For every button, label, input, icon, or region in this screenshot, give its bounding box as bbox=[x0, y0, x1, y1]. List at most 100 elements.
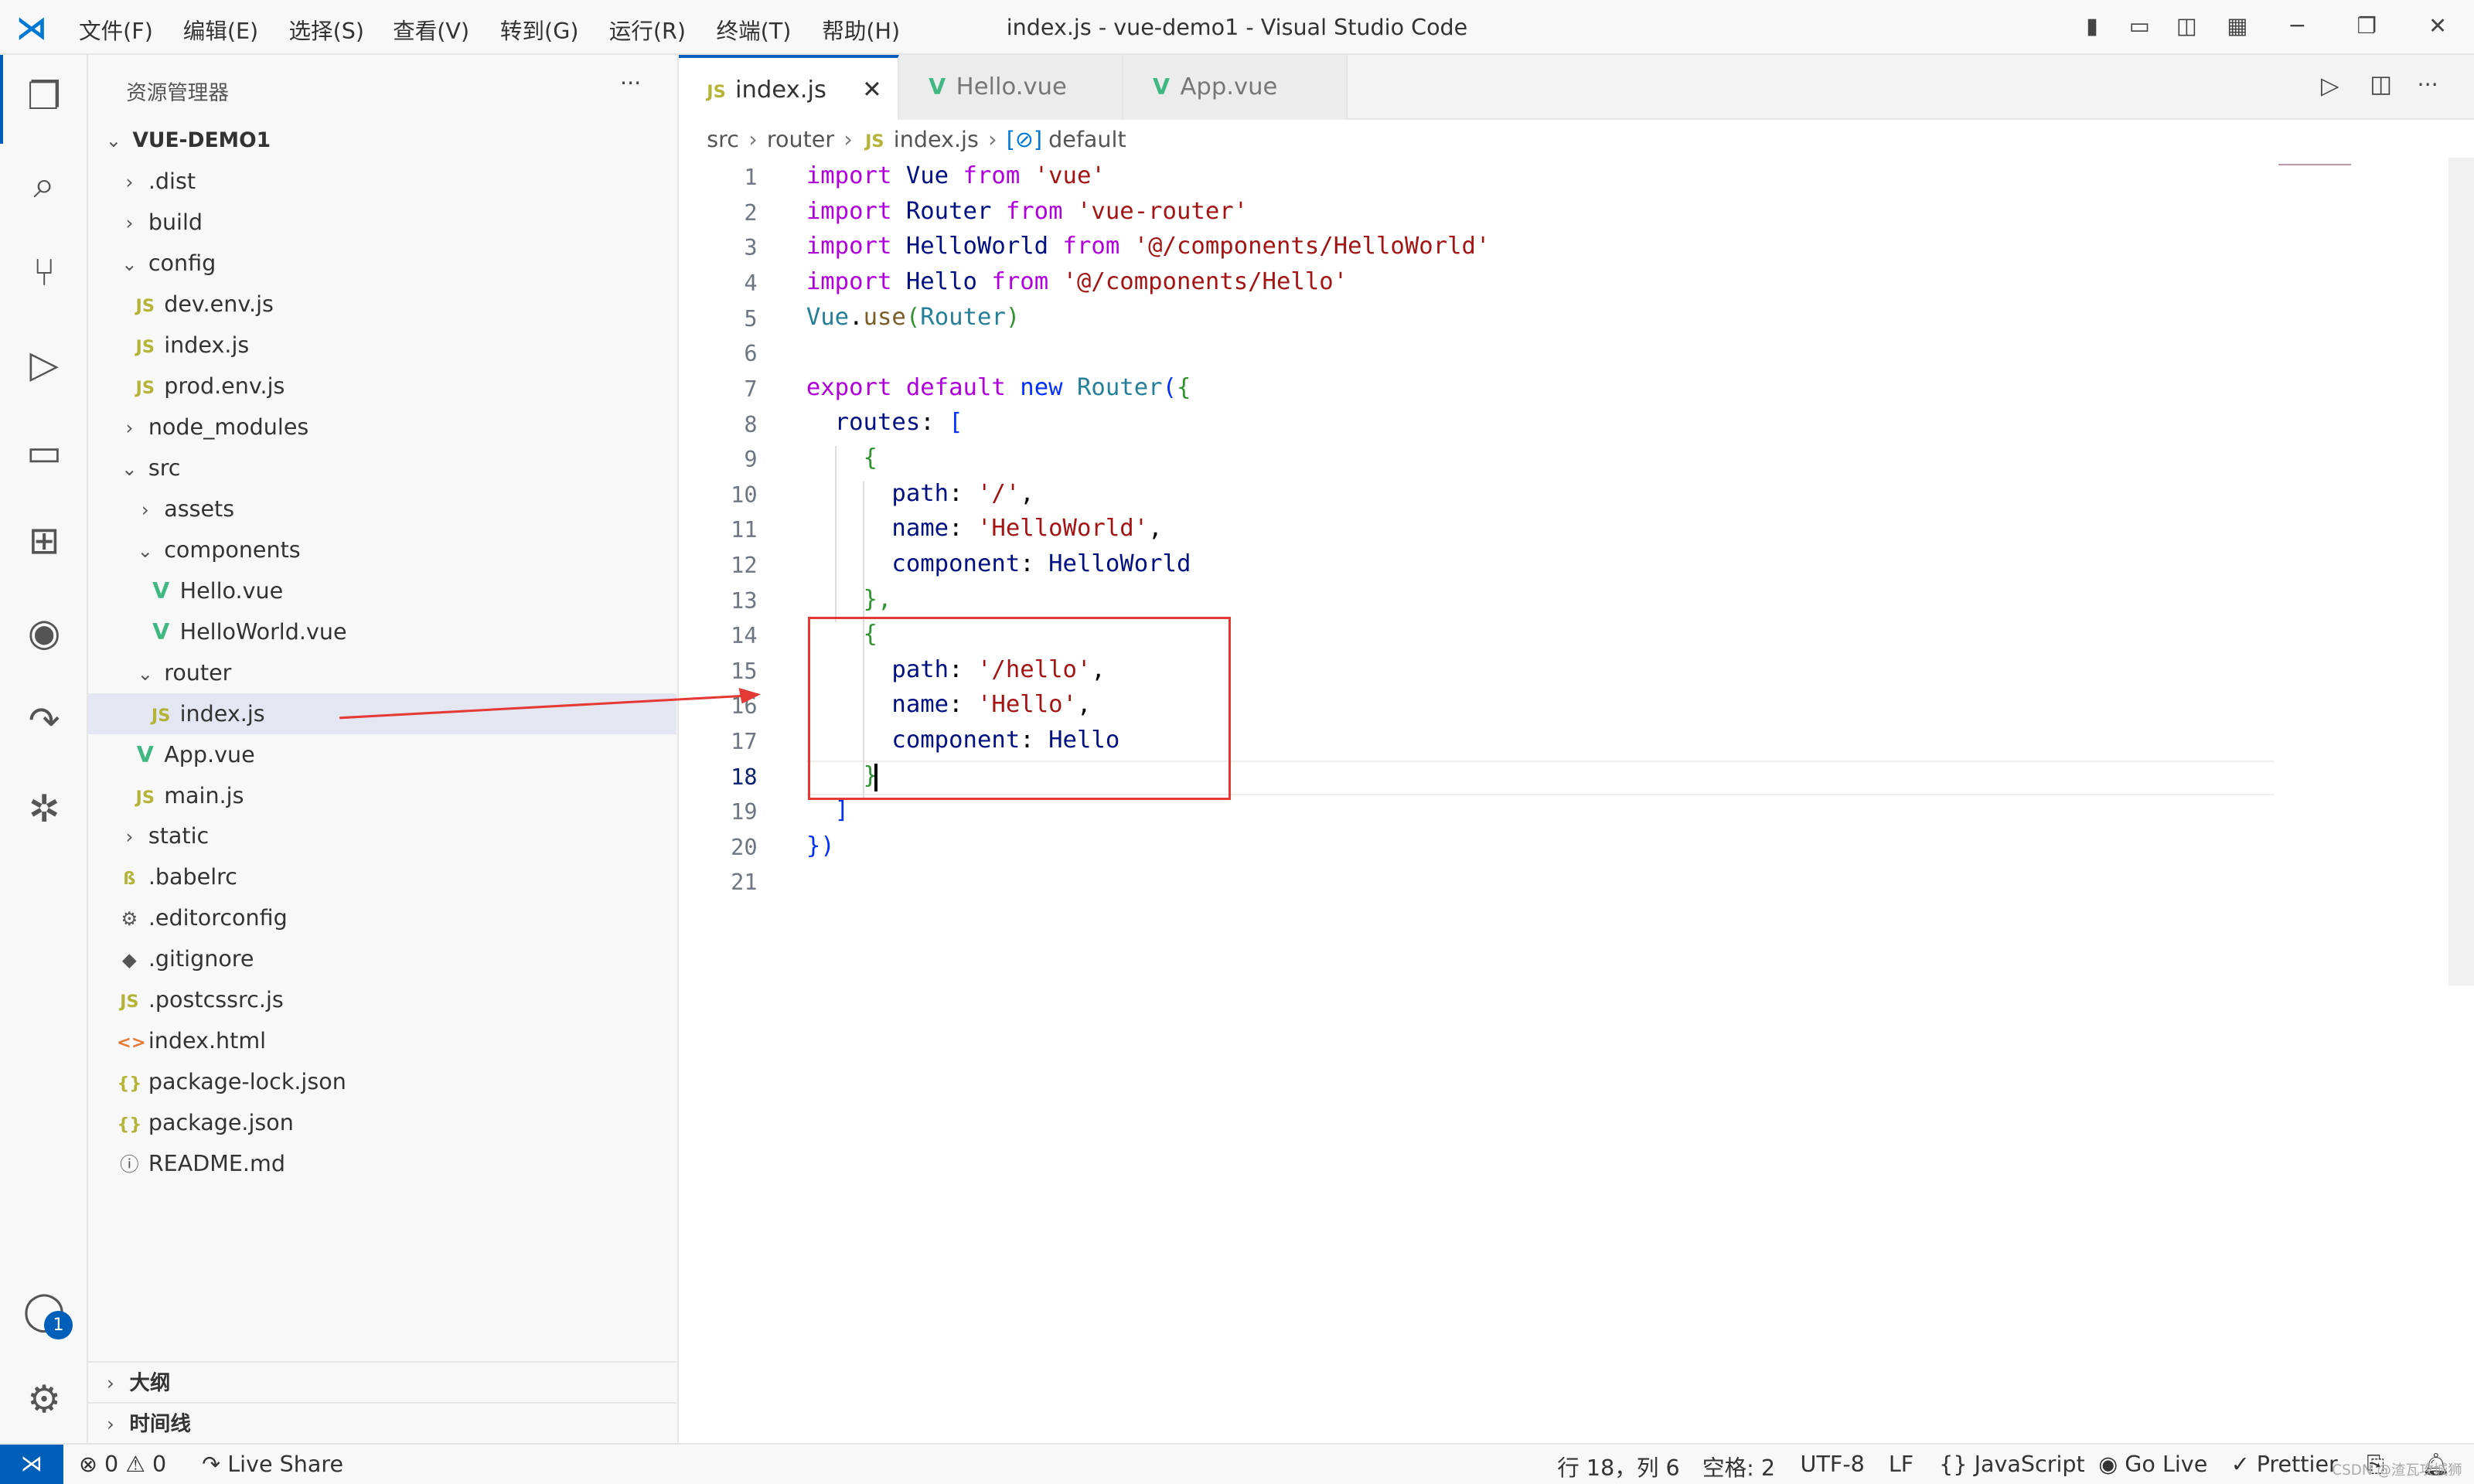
code-line: import HelloWorld from '@/components/Hel… bbox=[806, 233, 1491, 260]
vertical-scrollbar[interactable] bbox=[2448, 158, 2474, 986]
tree-item[interactable]: JS dev.env.js bbox=[88, 284, 676, 325]
toggle-sidebar-icon[interactable]: ▮ bbox=[2077, 12, 2108, 41]
tree-item[interactable]: V HelloWorld.vue bbox=[88, 611, 676, 652]
code-editor[interactable]: 1 import Vue from 'vue' 2 import Router fro… bbox=[678, 158, 2474, 1444]
tree-item[interactable]: <> index.html bbox=[88, 1020, 676, 1061]
go-live-button[interactable]: ◉ Go Live bbox=[2098, 1451, 2207, 1477]
more-actions-button[interactable]: ··· bbox=[620, 70, 641, 96]
tree-item[interactable]: › static bbox=[88, 815, 676, 856]
tree-item[interactable]: JS main.js bbox=[88, 775, 676, 816]
encoding[interactable]: UTF-8 bbox=[1801, 1451, 1865, 1477]
explorer-sidebar: 资源管理器 ··· ⌄ VUE-DEMO1 › .dist › build ⌄ config… bbox=[88, 55, 679, 1444]
tree-item[interactable]: {} package-lock.json bbox=[88, 1061, 676, 1102]
cursor-position[interactable]: 行 18，列 6 bbox=[1557, 1451, 1679, 1482]
tab-App-vue[interactable]: V App.vue bbox=[1123, 55, 1348, 121]
customize-layout-icon[interactable]: ▦ bbox=[2221, 12, 2253, 41]
menu-item[interactable]: 运行(R) bbox=[609, 14, 686, 46]
extensions-icon[interactable]: ⊞ bbox=[19, 516, 69, 566]
breadcrumb-item[interactable]: index.js bbox=[894, 126, 979, 152]
tree-item[interactable]: V App.vue bbox=[88, 734, 676, 775]
prettier-button[interactable]: ✓ Prettier bbox=[2231, 1451, 2338, 1477]
problems-indicator[interactable]: ⊗ 0 ⚠ 0 bbox=[79, 1451, 166, 1477]
tree-item[interactable]: ⌄ config bbox=[88, 243, 676, 284]
tree-item-label: .postcssrc.js bbox=[148, 986, 284, 1013]
run-code-icon[interactable]: ▷ bbox=[2321, 73, 2339, 100]
tree-item[interactable]: › build bbox=[88, 202, 676, 243]
run-debug-icon[interactable]: ▷ bbox=[19, 339, 69, 390]
code-token: , bbox=[1148, 515, 1163, 543]
tree-item[interactable]: ⌄ src bbox=[88, 448, 676, 488]
close-tab-icon[interactable]: ✕ bbox=[862, 58, 882, 123]
menu-item[interactable]: 编辑(E) bbox=[183, 14, 258, 46]
github-icon[interactable]: ◉ bbox=[19, 608, 69, 658]
breadcrumb: src › router › JS index.js › [⊘] default bbox=[707, 126, 1126, 152]
line-number: 21 bbox=[731, 869, 758, 896]
code-line: ] bbox=[806, 797, 849, 824]
tab-index-js[interactable]: JS index.js ✕ bbox=[678, 55, 900, 123]
tree-item[interactable]: › node_modules bbox=[88, 407, 676, 448]
split-editor-icon[interactable]: ◫ bbox=[2370, 71, 2392, 98]
breadcrumb-item[interactable]: src bbox=[707, 126, 739, 152]
code-token: Router bbox=[905, 197, 1006, 225]
chevron-down-icon: ⌄ bbox=[121, 253, 138, 276]
code-line: path: '/', bbox=[806, 480, 1034, 507]
remote-indicator-icon[interactable]: ⋊ bbox=[0, 1445, 63, 1484]
indentation[interactable]: 空格: 2 bbox=[1702, 1451, 1775, 1482]
toggle-panel-icon[interactable]: ▭ bbox=[2124, 12, 2155, 41]
explorer-icon[interactable]: ❐ bbox=[19, 71, 69, 121]
watermark: CSDN @渣瓦攻城狮 bbox=[2332, 1462, 2462, 1479]
restore-button[interactable]: ❐ bbox=[2351, 12, 2383, 41]
line-number: 11 bbox=[731, 516, 758, 543]
tree-item[interactable]: ⓘ README.md bbox=[88, 1143, 676, 1184]
timeline-section[interactable]: › 时间线 bbox=[88, 1402, 677, 1443]
close-window-button[interactable]: ✕ bbox=[2422, 12, 2454, 41]
code-token: : bbox=[1020, 550, 1049, 577]
vue-icon: V bbox=[152, 618, 170, 645]
tree-item[interactable]: ⚙ .editorconfig bbox=[88, 897, 676, 938]
outline-section[interactable]: › 大纲 bbox=[88, 1361, 677, 1402]
menu-item[interactable]: 查看(V) bbox=[393, 14, 469, 46]
vue-icon: V bbox=[1152, 73, 1171, 100]
menu-item[interactable]: 帮助(H) bbox=[822, 14, 900, 46]
workspace-root[interactable]: ⌄ VUE-DEMO1 bbox=[88, 120, 676, 161]
editor-more-icon[interactable]: ··· bbox=[2418, 71, 2438, 97]
live-share-button[interactable]: ↷ Live Share bbox=[202, 1451, 343, 1477]
minimap[interactable] bbox=[2278, 158, 2373, 237]
tree-item-label: README.md bbox=[148, 1150, 285, 1177]
tree-item[interactable]: JS prod.env.js bbox=[88, 366, 676, 407]
remote-explorer-icon[interactable]: ▭ bbox=[19, 427, 69, 478]
tree-item-label: App.vue bbox=[164, 740, 255, 768]
breadcrumb-item[interactable]: default bbox=[1048, 126, 1126, 152]
chevron-right-icon: › bbox=[125, 212, 134, 235]
breadcrumb-item[interactable]: router bbox=[767, 126, 834, 152]
code-token: { bbox=[1177, 373, 1191, 401]
line-number: 1 bbox=[744, 164, 758, 191]
tree-item[interactable]: V Hello.vue bbox=[88, 570, 676, 611]
menu-item[interactable]: 终端(T) bbox=[717, 14, 792, 46]
end-of-line[interactable]: LF bbox=[1889, 1451, 1913, 1477]
toggle-secondary-sidebar-icon[interactable]: ◫ bbox=[2171, 12, 2203, 41]
tree-item[interactable]: ß .babelrc bbox=[88, 856, 676, 897]
settings-gear-icon[interactable]: ⚙ bbox=[19, 1374, 69, 1424]
menu-item[interactable]: 选择(S) bbox=[288, 14, 364, 46]
tree-item[interactable]: › .dist bbox=[88, 161, 676, 202]
chatgpt-icon[interactable]: ✲ bbox=[19, 784, 69, 834]
js-icon: JS bbox=[135, 787, 155, 808]
search-icon[interactable]: ⌕ bbox=[19, 159, 69, 209]
tree-item-label: package-lock.json bbox=[148, 1068, 346, 1095]
tree-item[interactable]: ⌄ components bbox=[88, 529, 676, 570]
live-share-icon[interactable]: ↷ bbox=[19, 696, 69, 746]
source-control-icon[interactable]: ⑂ bbox=[19, 247, 69, 298]
menu-item[interactable]: 文件(F) bbox=[79, 14, 153, 46]
menu-item[interactable]: 转到(G) bbox=[500, 14, 579, 46]
minimize-button[interactable]: ─ bbox=[2281, 12, 2313, 41]
tree-item[interactable]: JS index.js bbox=[88, 325, 676, 366]
tree-item-label: Hello.vue bbox=[179, 577, 284, 604]
tab-Hello-vue[interactable]: V Hello.vue bbox=[899, 55, 1124, 121]
language-mode[interactable]: {} JavaScript bbox=[1939, 1451, 2085, 1477]
tree-item[interactable]: JS .postcssrc.js bbox=[88, 979, 676, 1020]
tree-item[interactable]: {} package.json bbox=[88, 1102, 676, 1143]
tree-item[interactable]: ◆ .gitignore bbox=[88, 938, 676, 979]
tree-item[interactable]: › assets bbox=[88, 488, 676, 529]
code-token: }, bbox=[806, 585, 892, 613]
